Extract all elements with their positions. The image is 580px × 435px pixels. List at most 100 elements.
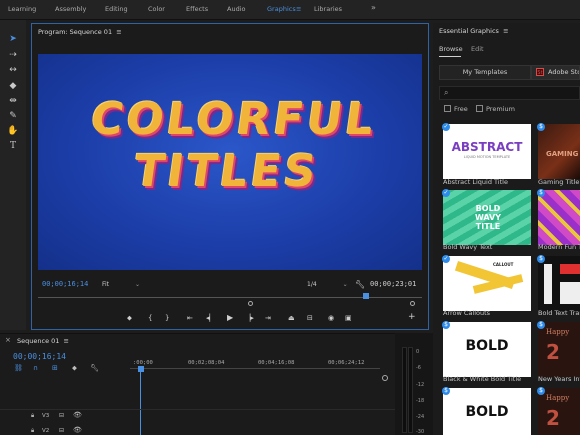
thumb-shape: 2 <box>546 406 560 430</box>
workspace-tab-editing[interactable]: Editing <box>105 5 128 13</box>
template-thumb-gaming[interactable]: GAMING <box>538 124 580 179</box>
resolution-dropdown[interactable]: 1/4 ⌄ <box>307 281 348 288</box>
mark-out-icon[interactable]: } <box>165 314 169 322</box>
timeline-timecode[interactable]: 00;00;16;14 <box>13 352 66 361</box>
template-thumb-modern-fun[interactable] <box>538 190 580 245</box>
adobe-stock-button[interactable]: StAdobe Stock <box>531 65 580 80</box>
workspace-tab-libraries[interactable]: Libraries <box>314 5 342 13</box>
tab-edit[interactable]: Edit <box>471 45 484 53</box>
timeline-zoom-handle[interactable] <box>382 375 388 381</box>
filter-free-checkbox[interactable]: Free <box>444 105 468 113</box>
step-back-icon[interactable]: ◂▏ <box>206 314 215 322</box>
workspace-tab-graphics[interactable]: Graphics <box>267 5 296 13</box>
template-label: Bold Wavy Text <box>443 243 493 251</box>
zoom-handle-right[interactable] <box>410 301 415 306</box>
close-icon[interactable]: × <box>5 336 11 344</box>
time-ruler[interactable] <box>130 368 380 369</box>
template-label: Gaming Title <box>538 178 580 186</box>
go-to-out-icon[interactable]: ⇥ <box>265 314 271 322</box>
track-label-v3: V3 <box>42 413 50 419</box>
more-workspaces-icon[interactable]: » <box>371 3 376 12</box>
db-label: -18 <box>416 398 425 404</box>
stock-dollar-icon: $ <box>442 387 450 395</box>
go-to-in-icon[interactable]: ⇤ <box>187 314 193 322</box>
template-thumb-bold-text-transition[interactable] <box>538 256 580 311</box>
workspace-menu-icon[interactable]: ≡ <box>296 5 301 13</box>
toggle-sync-lock-icon[interactable]: ⊟ <box>59 412 64 419</box>
thumb-text: GAMING <box>546 150 579 158</box>
fit-dropdown[interactable]: Fit ⌄ <box>102 281 140 288</box>
active-tab-underline <box>439 56 461 57</box>
timeline-menu-icon[interactable]: ≡ <box>64 337 69 345</box>
playhead-timecode[interactable]: 00;00;16;14 <box>42 280 88 288</box>
program-monitor-title: Program: Sequence 01 ≡ <box>38 28 122 36</box>
stock-dollar-icon: $ <box>537 189 545 197</box>
tab-browse[interactable]: Browse <box>439 45 463 53</box>
workspace-tab-effects[interactable]: Effects <box>186 5 208 13</box>
ruler-tick-label: 00;04;16;08 <box>258 360 295 366</box>
meter-bar-left <box>402 347 407 433</box>
toggle-sync-lock-icon[interactable]: ⊟ <box>59 427 64 434</box>
workspace-tab-learning[interactable]: Learning <box>8 5 36 13</box>
db-label: -6 <box>416 365 421 371</box>
playhead-handle[interactable] <box>138 366 144 372</box>
pen-tool-icon[interactable]: ✎ <box>7 110 19 122</box>
lock-icon[interactable]: 🔒︎ <box>31 412 34 420</box>
template-thumb-bold-2[interactable]: BOLD <box>443 388 531 435</box>
hand-tool-icon[interactable]: ✋ <box>7 125 19 137</box>
stock-dollar-icon: $ <box>537 321 545 329</box>
track-select-tool-icon[interactable]: ⇢ <box>7 49 19 61</box>
step-forward-icon[interactable]: ▕▸ <box>245 314 254 322</box>
template-thumb-abstract-liquid[interactable]: ABSTRACT LIQUID MOTION TEMPLATE <box>443 124 531 179</box>
type-tool-icon[interactable]: T <box>7 140 19 152</box>
insert-nest-icon[interactable]: ⛓ <box>14 364 23 372</box>
wrench-icon[interactable]: 🔧︎ <box>90 364 99 372</box>
template-thumb-bold-wavy[interactable]: BOLD WAVY TITLE <box>443 190 531 245</box>
linked-selection-icon[interactable]: ⊞ <box>52 364 58 372</box>
lift-icon[interactable]: ⏏ <box>288 314 295 322</box>
razor-tool-icon[interactable]: ◆ <box>7 80 19 92</box>
my-templates-button[interactable]: My Templates <box>439 65 531 80</box>
playhead-handle[interactable] <box>363 293 369 299</box>
thumb-shape <box>560 282 580 304</box>
stock-dollar-icon: $ <box>537 123 545 131</box>
template-thumb-arrow-callouts[interactable]: CALLOUT <box>443 256 531 311</box>
eye-icon[interactable]: 👁︎ <box>73 426 82 434</box>
button-editor-plus-icon[interactable]: + <box>408 312 416 322</box>
zoom-handle-left[interactable] <box>248 301 253 306</box>
lock-icon[interactable]: 🔒︎ <box>31 427 34 435</box>
workspace-tab-assembly[interactable]: Assembly <box>55 5 86 13</box>
template-thumb-happy-2[interactable]: Happy 2 <box>538 388 580 435</box>
workspace-tab-color[interactable]: Color <box>148 5 165 13</box>
wrench-icon[interactable]: 🔧︎ <box>355 280 365 289</box>
program-scrubber[interactable] <box>38 289 422 306</box>
template-thumb-new-years[interactable]: Happy 2 <box>538 322 580 377</box>
mark-in-icon[interactable]: { <box>148 314 152 322</box>
chevron-down-icon: ⌄ <box>135 281 141 288</box>
template-thumb-bw-bold[interactable]: BOLD <box>443 322 531 377</box>
selection-tool-icon[interactable]: ➤ <box>7 33 19 45</box>
program-viewer[interactable]: COLORFUL TITLES <box>38 54 422 270</box>
program-menu-icon[interactable]: ≡ <box>116 28 121 36</box>
ruler-tick-label: 00;06;24;12 <box>328 360 365 366</box>
db-label: 0 <box>416 349 420 355</box>
eg-menu-icon[interactable]: ≡ <box>503 27 508 35</box>
thumb-text: BOLD WAVY TITLE <box>474 204 502 231</box>
program-monitor: Program: Sequence 01 ≡ COLORFUL TITLES 0… <box>31 23 429 330</box>
add-marker-icon[interactable]: ⬥ <box>72 364 77 373</box>
search-input[interactable]: ⌕ <box>439 86 580 100</box>
comparison-view-icon[interactable]: ▣ <box>345 314 352 322</box>
snap-icon[interactable]: ∩ <box>33 364 38 372</box>
play-icon[interactable]: ▶ <box>227 313 233 322</box>
filter-premium-checkbox[interactable]: Premium <box>476 105 515 113</box>
add-marker-icon[interactable]: ⬥ <box>127 314 132 323</box>
installed-check-icon: ✓ <box>442 123 450 131</box>
extract-icon[interactable]: ⊟ <box>307 314 313 322</box>
template-label: Modern Fun Tr <box>538 243 580 251</box>
eye-icon[interactable]: 👁︎ <box>73 411 82 419</box>
slip-tool-icon[interactable]: ⇹ <box>7 95 19 107</box>
workspace-tab-audio[interactable]: Audio <box>227 5 245 13</box>
ripple-edit-tool-icon[interactable]: ↔ <box>7 64 19 76</box>
export-frame-icon[interactable]: ◉ <box>328 314 334 322</box>
template-label: Abstract Liquid Title <box>443 178 508 186</box>
